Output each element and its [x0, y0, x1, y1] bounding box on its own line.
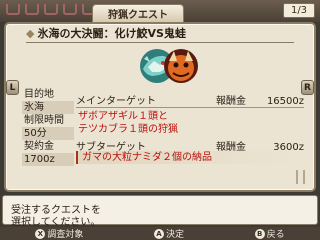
quest-title-text: 氷海の大決闘：化け鮫VS鬼蛙: [37, 27, 186, 40]
header-bar: 狩猟クエスト 1/3: [0, 0, 320, 22]
prev-page-button[interactable]: L: [6, 80, 19, 95]
command-bar: X 調査対象 A 決定 B 戻る: [0, 227, 320, 240]
destination-value: 氷海: [22, 101, 74, 114]
contract-fee-value: 1700z: [22, 153, 74, 166]
sub-reward-value: 3600z: [273, 142, 304, 153]
confirm-command[interactable]: A 決定: [153, 227, 184, 240]
investigate-label: 調査対象: [47, 230, 84, 240]
message-line2: 選択してください。: [11, 217, 101, 228]
back-label: 戻る: [266, 230, 285, 240]
decoration-icon: [6, 4, 20, 15]
sub-reward-label: 報酬金: [216, 142, 246, 153]
quest-objectives: メインターゲット 報酬金 16500z ザボアザギル１頭と テツカブラ１頭の狩猟…: [76, 92, 304, 164]
quest-type-tab[interactable]: 狩猟クエスト: [92, 4, 184, 22]
main-reward-value: 16500z: [266, 96, 304, 107]
scroll-indicator: [296, 170, 305, 184]
quest-marker-icon: ◆: [26, 27, 35, 40]
tetsukabura-icon: [164, 49, 198, 83]
a-button-icon: A: [153, 228, 164, 239]
decoration-icon: [63, 4, 77, 15]
quest-info: 目的地 氷海 制限時間 50分 契約金 1700z: [22, 88, 74, 166]
page-indicator: 1/3: [283, 3, 315, 18]
divider: [76, 107, 304, 108]
destination-label: 目的地: [24, 89, 54, 100]
decoration-icon: [25, 4, 39, 15]
back-command[interactable]: B 戻る: [254, 227, 285, 240]
main-target-row: メインターゲット 報酬金 16500z: [76, 92, 304, 107]
main-reward-label: 報酬金: [216, 96, 246, 107]
investigate-command[interactable]: X 調査対象: [35, 227, 83, 240]
x-button-icon: X: [35, 228, 46, 239]
time-limit-label: 制限時間: [24, 115, 64, 126]
header-decoration: [6, 4, 96, 15]
main-target-label: メインターゲット: [76, 96, 156, 107]
message-box: 受注するクエストを 選択してください。: [2, 195, 318, 228]
confirm-label: 決定: [165, 230, 184, 240]
main-target-line1: ザボアザギル１頭と: [78, 111, 168, 122]
main-target-line2: テツカブラ１頭の狩猟: [78, 124, 178, 135]
sub-target-row: サブターゲット 報酬金 3600z: [76, 138, 304, 153]
time-limit-value: 50分: [22, 127, 74, 140]
b-button-icon: B: [254, 228, 265, 239]
decoration-icon: [44, 4, 58, 15]
contract-fee-label: 契約金: [24, 141, 54, 152]
quest-title: ◆ 氷海の大決闘：化け鮫VS鬼蛙: [26, 25, 294, 43]
